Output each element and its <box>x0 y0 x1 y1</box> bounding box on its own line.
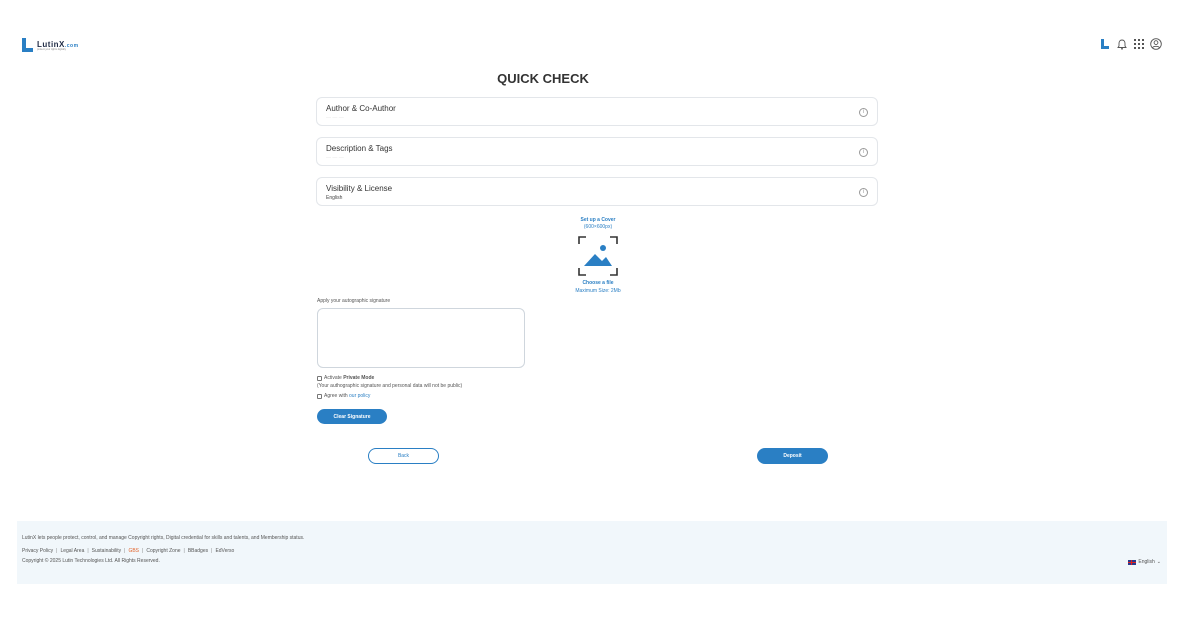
signature-label: Apply your autographic signature <box>317 298 391 304</box>
panel-description[interactable]: Description & Tags — — — i <box>316 137 878 166</box>
cover-size: (600×600px) <box>583 224 613 230</box>
cover-upload[interactable]: Set up a Cover (600×600px) Choose a file… <box>548 217 648 294</box>
private-mode-row: Activate Private Mode <box>317 375 374 381</box>
agree-policy-label: Agree with our policy <box>324 393 371 399</box>
footer-link-copyright-zone[interactable]: Copyright Zone <box>146 548 180 554</box>
choose-file-link[interactable]: Choose a file <box>548 280 648 286</box>
info-icon[interactable]: i <box>859 148 868 157</box>
header-icons <box>1099 38 1162 50</box>
language-label: English <box>1138 559 1155 565</box>
footer: LutinX lets people protect, control, and… <box>17 521 1167 584</box>
signature-pad[interactable] <box>317 308 525 368</box>
chevron-down-icon: ⌄ <box>1156 559 1161 565</box>
back-button[interactable]: Back <box>368 448 439 464</box>
private-mode-note: (Your authographic signature and persona… <box>317 383 463 389</box>
cover-title: Set up a Cover <box>580 217 616 223</box>
panel-visibility[interactable]: Visibility & License English i <box>316 177 878 206</box>
footer-link-bbadges[interactable]: BBadges <box>188 548 208 554</box>
footer-link-sustainability[interactable]: Sustainability <box>92 548 121 554</box>
agree-policy-row: Agree with our policy <box>317 393 370 399</box>
panel-title: Author & Co-Author <box>326 104 396 113</box>
uk-flag-icon <box>1128 559 1137 565</box>
footer-tagline: LutinX lets people protect, control, and… <box>22 535 305 541</box>
lutinx-logo-icon <box>22 38 34 52</box>
footer-link-privacy[interactable]: Privacy Policy <box>22 548 53 554</box>
info-icon[interactable]: i <box>859 108 868 117</box>
info-icon[interactable]: i <box>859 188 868 197</box>
panel-title: Description & Tags <box>326 144 393 153</box>
panel-subtitle: English <box>326 195 343 201</box>
agree-policy-checkbox[interactable] <box>317 393 322 399</box>
private-mode-label: Activate Private Mode <box>324 375 375 381</box>
cover-max-size: Maximum Size: 2Mb <box>575 288 621 294</box>
lutinx-mark-icon[interactable] <box>1099 38 1111 50</box>
footer-copyright: Copyright © 2025 Lutin Technologies Ltd.… <box>22 558 160 564</box>
image-placeholder-icon[interactable] <box>578 236 618 276</box>
panel-subtitle: — — — <box>326 155 344 161</box>
user-profile-icon[interactable] <box>1150 38 1162 50</box>
panel-subtitle: — — — <box>326 115 344 121</box>
clear-signature-button[interactable]: Clear Signature <box>317 409 387 424</box>
brand-logo[interactable]: LutinX.com protect your rights digitally <box>22 38 79 52</box>
page-title: QUICK CHECK <box>497 71 589 86</box>
bell-icon[interactable] <box>1116 38 1128 50</box>
private-mode-checkbox[interactable] <box>317 375 322 381</box>
footer-link-gbs[interactable]: GBS <box>128 548 139 554</box>
footer-link-edverso[interactable]: EdVerso <box>215 548 234 554</box>
deposit-button[interactable]: Deposit <box>757 448 828 464</box>
panel-author[interactable]: Author & Co-Author — — — i <box>316 97 878 126</box>
policy-link[interactable]: our policy <box>349 393 370 399</box>
language-selector[interactable]: English ⌄ <box>1128 559 1161 565</box>
footer-links: Privacy Policy | Legal Area | Sustainabili… <box>22 548 235 554</box>
apps-grid-icon[interactable] <box>1133 38 1145 50</box>
footer-link-legal[interactable]: Legal Area <box>60 548 84 554</box>
panel-title: Visibility & License <box>326 184 393 193</box>
brand-tagline: protect your rights digitally <box>37 48 67 51</box>
